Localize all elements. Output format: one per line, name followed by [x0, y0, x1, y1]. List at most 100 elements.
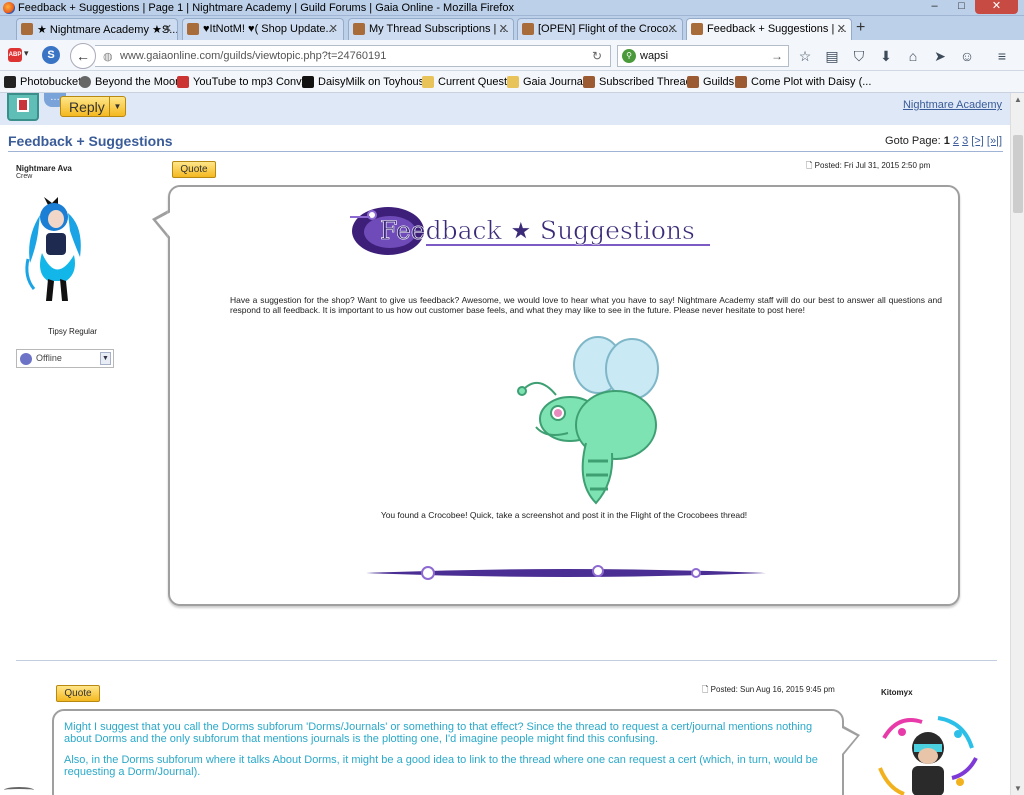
- tab-itnotm[interactable]: ♥ItNotM! ♥( Shop Update... ✕: [182, 18, 344, 40]
- close-tab-icon[interactable]: ✕: [163, 22, 172, 35]
- goto-label: Goto Page:: [885, 135, 941, 147]
- page-content: … Reply ▼ Nightmare Academy Feedback + S…: [0, 93, 1010, 795]
- post-divider: [16, 660, 997, 661]
- bookmark-gaia-journals[interactable]: Gaia Journals: [507, 76, 591, 88]
- post-text: Might I suggest that you call the Dorms …: [64, 721, 832, 787]
- star-bookmark-icon[interactable]: ☆: [796, 47, 814, 65]
- bookmark-beyond-the-moon[interactable]: Beyond the Moon: [79, 76, 181, 88]
- bookmark-photobucket[interactable]: Photobucket: [4, 76, 81, 88]
- status-dropdown[interactable]: Offline ▼: [16, 349, 114, 368]
- back-button[interactable]: ←: [70, 43, 96, 69]
- menu-icon[interactable]: ≡: [993, 47, 1011, 65]
- minimize-button[interactable]: –: [921, 0, 948, 14]
- search-input[interactable]: wapsi: [640, 50, 668, 62]
- bookmark-label: DaisyMilk on Toyhouse: [318, 76, 431, 88]
- bookmark-label: Guilds: [703, 76, 735, 88]
- chat-icon[interactable]: ☺: [958, 47, 976, 65]
- youtube-icon: [177, 76, 189, 88]
- speech-bubble-tail-inner: [156, 212, 171, 238]
- page-2-link[interactable]: 2: [953, 135, 959, 147]
- bookmark-youtube-mp3[interactable]: YouTube to mp3 Conv...: [177, 76, 310, 88]
- send-icon[interactable]: ➤: [931, 47, 949, 65]
- reading-list-icon[interactable]: ▤: [823, 47, 841, 65]
- navigation-toolbar: ABP ▾ S ◍ www.gaiaonline.com/guilds/view…: [0, 40, 1024, 71]
- gaia-favicon-icon: [353, 23, 365, 35]
- scroll-down-icon[interactable]: ▼: [1014, 784, 1022, 793]
- reply-label: Reply: [69, 99, 105, 115]
- post-username[interactable]: Nightmare Ava: [16, 164, 72, 173]
- reply-button[interactable]: Reply ▼: [60, 96, 126, 117]
- gaia-favicon-icon: [187, 23, 199, 35]
- close-window-button[interactable]: ✕: [975, 0, 1018, 14]
- book-icon[interactable]: [7, 93, 39, 121]
- post-timestamp: 🗋 Posted: Sun Aug 16, 2015 9:45 pm: [702, 684, 835, 698]
- url-bar[interactable]: ◍ www.gaiaonline.com/guilds/viewtopic.ph…: [95, 45, 611, 67]
- posted-text: Posted: Fri Jul 31, 2015 2:50 pm: [814, 161, 931, 170]
- scrollbar-thumb[interactable]: [1013, 135, 1023, 213]
- partial-hidden-icon: [4, 787, 34, 793]
- post-text: Have a suggestion for the shop? Want to …: [230, 295, 942, 315]
- next-page-link[interactable]: [>]: [971, 135, 984, 147]
- guild-link[interactable]: Nightmare Academy: [903, 99, 1002, 111]
- page-3-link[interactable]: 3: [962, 135, 968, 147]
- s-extension-icon[interactable]: S: [42, 46, 60, 64]
- feedback-suggestions-banner: Feedback ★ Suggestions: [350, 207, 710, 255]
- bookmark-label: Photobucket: [20, 76, 82, 88]
- bookmark-come-plot[interactable]: Come Plot with Daisy (...: [735, 76, 871, 88]
- crocobee-image[interactable]: [516, 333, 662, 507]
- close-tab-icon[interactable]: ✕: [668, 22, 677, 35]
- house-icon: [302, 76, 314, 88]
- tab-feedback-suggestions[interactable]: Feedback + Suggestions | ... ✕: [686, 18, 852, 41]
- gaia-favicon-icon: [691, 23, 703, 35]
- home-icon[interactable]: ⌂: [904, 47, 922, 65]
- moon-icon: [79, 76, 91, 88]
- chevron-down-icon[interactable]: ▼: [100, 352, 111, 365]
- close-tab-icon[interactable]: ✕: [499, 22, 508, 35]
- download-icon[interactable]: ⬇: [877, 47, 895, 65]
- goto-page: Goto Page: 1 2 3 [>] [»|]: [885, 135, 1002, 147]
- forum-header-strip: … Reply ▼ Nightmare Academy: [0, 93, 1010, 125]
- post-page-icon: 🗋: [702, 685, 709, 694]
- tab-flight-of-crocobees[interactable]: [OPEN] Flight of the Croco... ✕: [517, 18, 683, 40]
- adblock-icon[interactable]: ABP: [8, 48, 22, 62]
- vertical-scrollbar[interactable]: ▲ ▼: [1010, 93, 1024, 795]
- bookmark-current-quests[interactable]: Current Quests: [422, 76, 513, 88]
- post-page-icon: 🗋: [806, 161, 813, 170]
- new-tab-icon[interactable]: +: [856, 19, 865, 37]
- speech-bubble-tail-inner: [842, 728, 857, 754]
- close-tab-icon[interactable]: ✕: [837, 22, 846, 35]
- chevron-down-icon[interactable]: ▾: [24, 48, 29, 59]
- user-avatar[interactable]: [878, 708, 978, 795]
- gaia-favicon-icon: [522, 23, 534, 35]
- offline-status-icon: [20, 353, 32, 365]
- post-rank: Crew: [16, 173, 33, 180]
- bookmark-subscribed-threads[interactable]: Subscribed Threads: [583, 76, 697, 88]
- close-tab-icon[interactable]: ✕: [329, 22, 338, 35]
- tab-label: [OPEN] Flight of the Croco...: [538, 23, 678, 35]
- tab-nightmare-academy[interactable]: ★ Nightmare Academy ★S... ✕: [16, 18, 178, 40]
- tab-thread-subscriptions[interactable]: My Thread Subscriptions | ... ✕: [348, 18, 514, 40]
- current-page: 1: [943, 135, 950, 147]
- url-text[interactable]: www.gaiaonline.com/guilds/viewtopic.php?…: [120, 50, 386, 62]
- scroll-up-icon[interactable]: ▲: [1014, 95, 1022, 104]
- reload-icon[interactable]: ↻: [592, 49, 602, 63]
- quote-button[interactable]: Quote: [56, 685, 100, 702]
- bookmark-guilds[interactable]: Guilds: [687, 76, 734, 88]
- search-go-icon[interactable]: →: [771, 49, 783, 63]
- post-username[interactable]: Kitomyx: [881, 688, 913, 697]
- user-avatar[interactable]: [18, 197, 92, 303]
- last-page-link[interactable]: [»|]: [987, 135, 1002, 147]
- chevron-down-icon[interactable]: ▼: [109, 97, 125, 116]
- bookmark-label: Subscribed Threads: [599, 76, 698, 88]
- bookmark-daisymilk-toyhouse[interactable]: DaisyMilk on Toyhouse: [302, 76, 430, 88]
- user-title: Tipsy Regular: [48, 327, 98, 336]
- thread-title[interactable]: Feedback + Suggestions: [8, 133, 173, 149]
- post-timestamp: 🗋 Posted: Fri Jul 31, 2015 2:50 pm: [806, 160, 930, 174]
- tab-label: ♥ItNotM! ♥( Shop Update...: [203, 23, 335, 35]
- quote-button[interactable]: Quote: [172, 161, 216, 178]
- search-bar[interactable]: ⚲ wapsi →: [617, 45, 789, 67]
- tab-label: ★ Nightmare Academy ★S...: [37, 24, 178, 36]
- pocket-icon[interactable]: ⛉: [850, 47, 868, 65]
- maximize-button[interactable]: □: [948, 0, 975, 14]
- search-engine-icon[interactable]: ⚲: [622, 49, 636, 63]
